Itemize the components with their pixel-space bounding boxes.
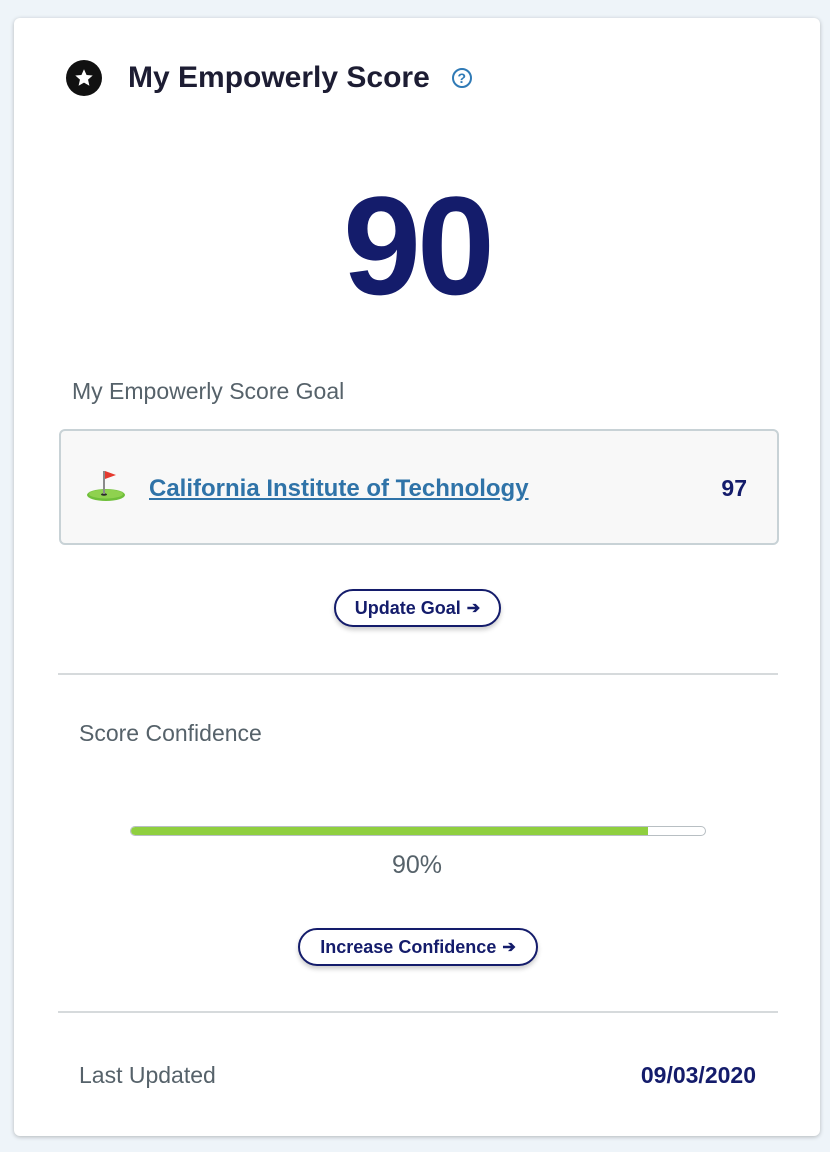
card-header: My Empowerly Score ?: [66, 58, 472, 98]
divider: [58, 1011, 778, 1013]
goal-box: California Institute of Technology 97: [59, 429, 779, 545]
help-icon[interactable]: ?: [451, 68, 472, 88]
score-value: 90: [343, 167, 495, 324]
confidence-progress-bar: [130, 826, 706, 836]
arrow-right-icon: ➔: [502, 939, 516, 956]
update-goal-button[interactable]: Update Goal ➔: [334, 589, 501, 627]
divider: [58, 673, 778, 675]
score-card: My Empowerly Score ? 90 My Empowerly Sco…: [14, 18, 820, 1136]
page-title: My Empowerly Score: [128, 61, 430, 94]
golf-flag-icon: [85, 469, 127, 508]
last-updated-label: Last Updated: [79, 1062, 216, 1088]
increase-confidence-label: Increase Confidence: [320, 936, 497, 957]
goal-section-label: My Empowerly Score Goal: [72, 378, 345, 404]
arrow-right-icon: ➔: [466, 600, 481, 617]
star-icon: [66, 60, 102, 96]
confidence-progress-fill: [131, 827, 648, 835]
goal-school-link[interactable]: California Institute of Technology: [149, 475, 529, 503]
increase-confidence-button[interactable]: Increase Confidence ➔: [298, 928, 538, 966]
confidence-value: 90%: [391, 851, 443, 879]
last-updated-date: 09/03/2020: [640, 1062, 756, 1088]
goal-school-score: 97: [721, 475, 747, 501]
update-goal-label: Update Goal: [354, 597, 461, 618]
confidence-section-label: Score Confidence: [79, 720, 262, 746]
